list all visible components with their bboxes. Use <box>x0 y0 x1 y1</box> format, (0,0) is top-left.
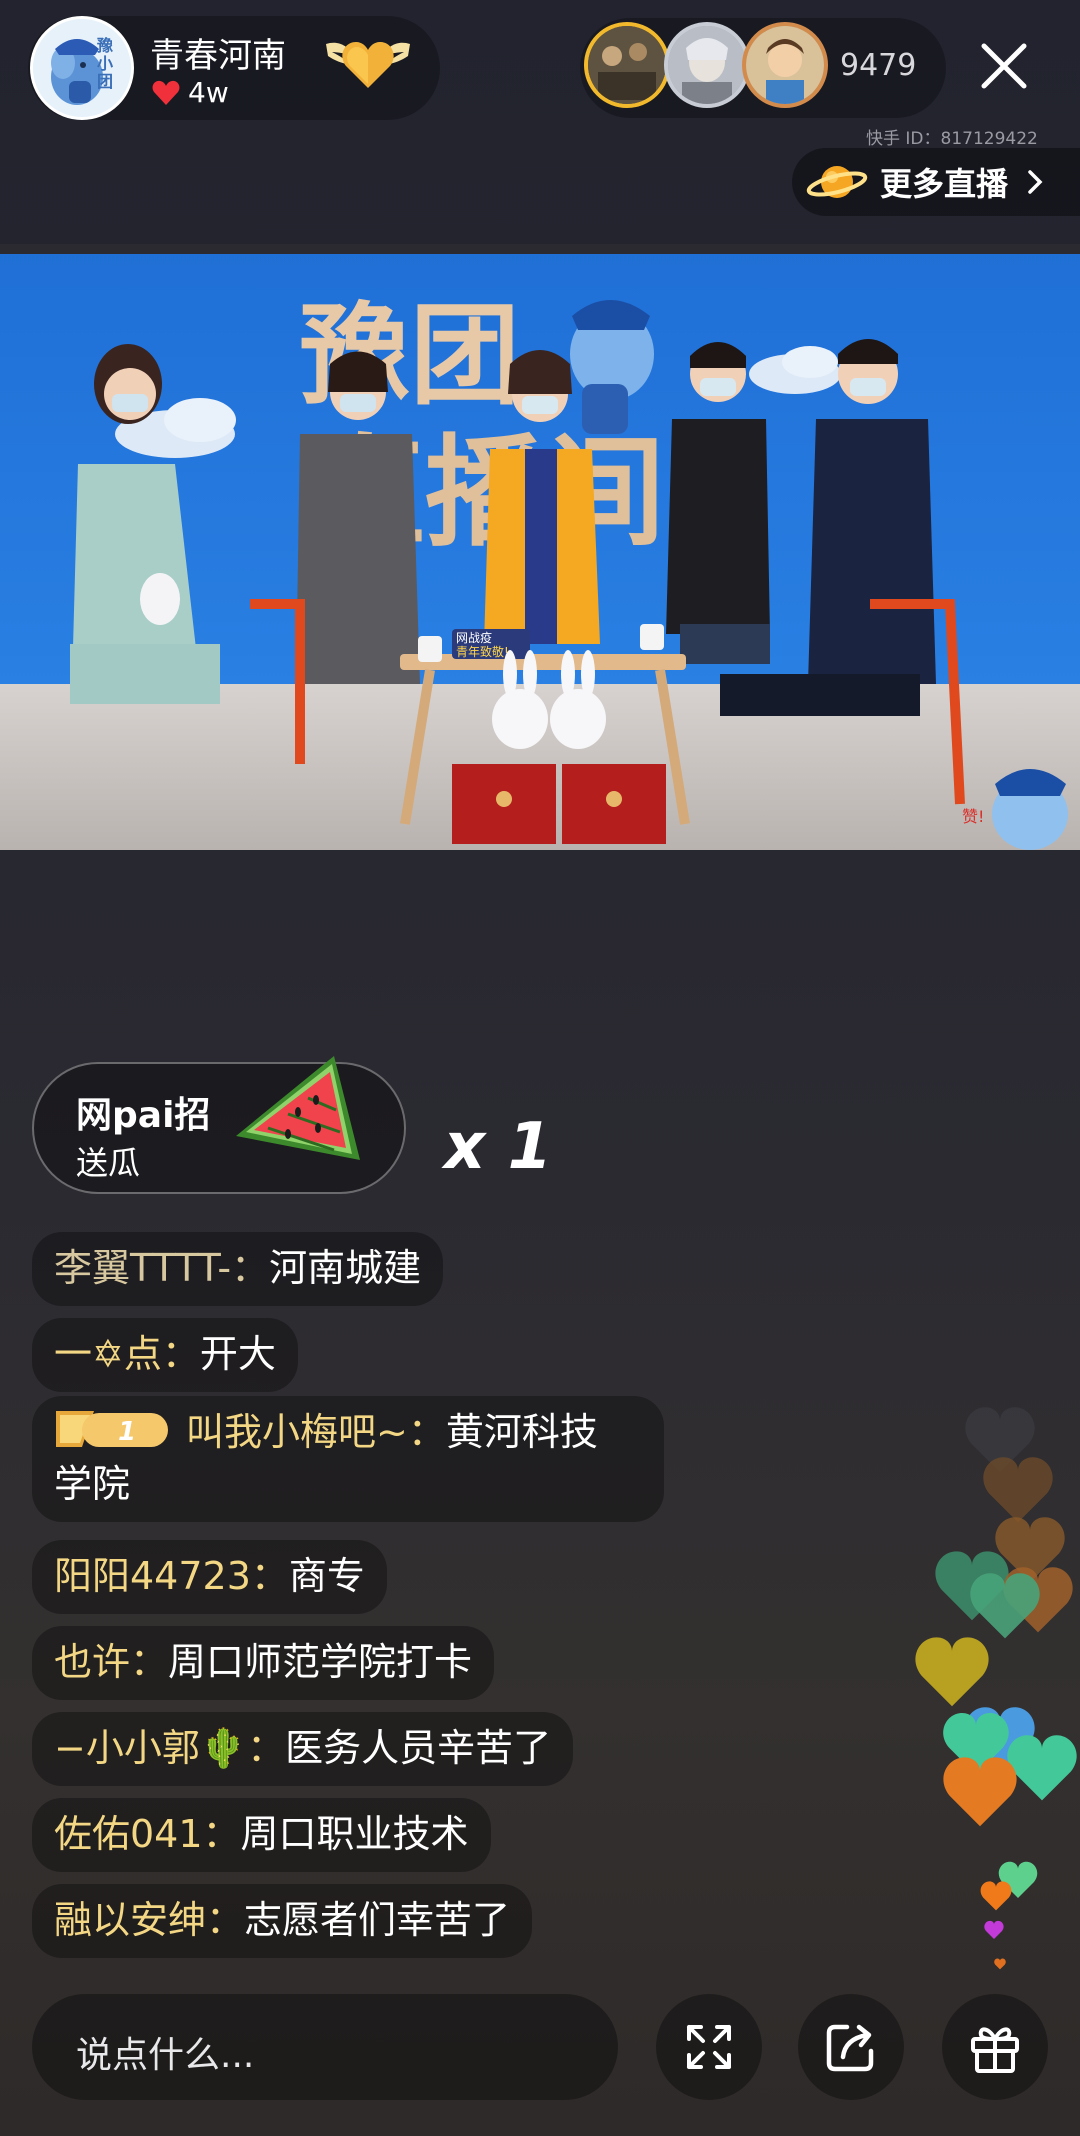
comment-text: 黄河科技 <box>445 1410 598 1454</box>
comment-text: 商专 <box>288 1554 365 1598</box>
share-button[interactable] <box>798 1994 904 2100</box>
likes-count: 4w <box>188 76 229 109</box>
comment-username[interactable]: 一✡点： <box>54 1332 200 1376</box>
comment-item[interactable]: −小小郭🌵：医务人员辛苦了 <box>32 1712 574 1786</box>
floating-hearts <box>915 1407 1077 1970</box>
planet-icon <box>806 166 868 198</box>
more-live-label: 更多直播 <box>880 165 1009 203</box>
heart-icon <box>915 1637 989 1707</box>
comment-username[interactable]: 叫我小梅吧~： <box>186 1410 446 1454</box>
comment-item[interactable]: 融以安绅：志愿者们幸苦了 <box>32 1884 533 1958</box>
comment-text: 河南城建 <box>269 1246 422 1290</box>
comment-text: 志愿者们幸苦了 <box>244 1898 511 1942</box>
comment-text: 周口师范学院打卡 <box>168 1640 473 1684</box>
gift-action: 送瓜 <box>76 1144 141 1182</box>
level-badge-icon: 1 <box>56 1411 168 1447</box>
heart-icon <box>994 1958 1006 1970</box>
comment-input-placeholder[interactable]: 说点什么... <box>76 2026 254 2078</box>
heart-icon <box>152 80 180 105</box>
comment-username[interactable]: −小小郭🌵： <box>54 1726 285 1770</box>
viewer-count[interactable]: 9479 <box>840 48 916 83</box>
likes-row: 4w <box>152 76 229 109</box>
close-icon[interactable] <box>974 36 1034 96</box>
comment-text-continued: 学院 <box>54 1462 131 1506</box>
live-stream-frame: 豫团 直播间 网战疫 青年致敬! 赞! <box>0 244 1080 850</box>
table-sign-line1: 网战疫 <box>456 630 492 645</box>
gift-icon <box>971 2027 1019 2073</box>
heart-icon <box>1007 1735 1077 1801</box>
live-video[interactable]: 豫团 直播间 网战疫 青年致敬! 赞! <box>0 244 1080 850</box>
heart-icon <box>983 1457 1053 1523</box>
corner-mascot-text: 赞! <box>962 807 984 826</box>
comment-text: 开大 <box>199 1332 276 1376</box>
comment-username[interactable]: 融以安绅： <box>54 1898 244 1942</box>
comment-item[interactable]: 也许：周口师范学院打卡 <box>32 1626 495 1700</box>
comment-username[interactable]: 也许： <box>54 1640 168 1684</box>
gift-count: x 1 <box>444 1110 553 1184</box>
gift-button[interactable] <box>942 1994 1048 2100</box>
comment-username[interactable]: 李翼TTTT-： <box>54 1246 269 1290</box>
comment-username[interactable]: 佐佑041： <box>54 1812 241 1856</box>
fullscreen-icon <box>687 2025 731 2069</box>
gift-sender-name: 网pai招 <box>76 1095 211 1136</box>
heart-icon <box>984 1920 1004 1939</box>
watermelon-icon <box>236 1056 360 1160</box>
anchor-name[interactable]: 青春河南 <box>150 28 286 77</box>
kuaishou-id: 快手 ID：817129422 <box>866 129 1038 149</box>
anchor-avatar[interactable]: 豫小团 <box>30 16 134 120</box>
top-viewer-avatar-2[interactable] <box>664 22 750 108</box>
table-sign-line2: 青年致敬! <box>456 645 509 659</box>
share-icon <box>826 2024 874 2072</box>
top-viewer-avatar-3[interactable] <box>742 22 828 108</box>
level-number: 1 <box>118 1417 136 1447</box>
comment-item[interactable]: 1 叫我小梅吧~：黄河科技学院 <box>32 1396 664 1522</box>
chevron-right-icon <box>1028 170 1043 194</box>
comment-item[interactable]: 佐佑041：周口职业技术 <box>32 1798 491 1872</box>
fan-badge-icon[interactable] <box>322 30 414 94</box>
comment-username[interactable]: 阳阳44723： <box>54 1554 289 1598</box>
comment-text: 医务人员辛苦了 <box>285 1726 552 1770</box>
comment-item[interactable]: 李翼TTTT-：河南城建 <box>32 1232 444 1306</box>
more-live-button[interactable]: 更多直播 <box>792 148 1080 216</box>
avatar-label: 豫小团 <box>97 36 114 91</box>
comment-item[interactable]: 一✡点：开大 <box>32 1318 298 1392</box>
fullscreen-button[interactable] <box>656 1994 762 2100</box>
comment-item[interactable]: 阳阳44723：商专 <box>32 1540 387 1614</box>
comment-text: 周口职业技术 <box>240 1812 469 1856</box>
heart-icon <box>980 1881 1012 1911</box>
top-viewer-avatar-1[interactable] <box>584 22 670 108</box>
